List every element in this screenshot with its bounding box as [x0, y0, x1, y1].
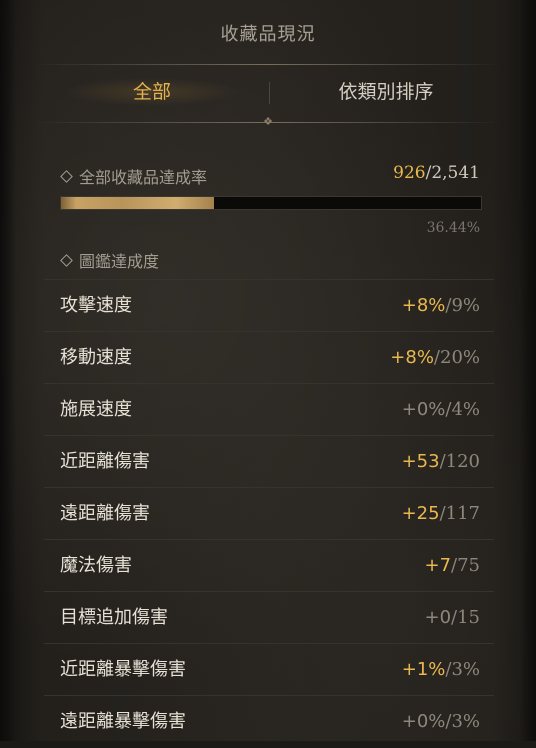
stat-value: +8%/20% [390, 332, 480, 384]
stat-row[interactable]: 遠距離暴擊傷害 +0%/3% [44, 695, 494, 748]
stat-row[interactable]: 遠距離傷害 +25/117 [44, 487, 494, 540]
stat-label: 目標追加傷害 [60, 607, 168, 628]
stat-value: +1%/3% [402, 644, 480, 696]
stat-max: /3% [445, 659, 480, 680]
stat-value: +53/120 [402, 436, 480, 488]
summary-progress-bar [60, 196, 482, 210]
stat-max: /15 [451, 607, 480, 628]
stat-label: 攻擊速度 [60, 295, 132, 316]
summary-percent: 36.44% [426, 220, 480, 236]
stat-value: +0/15 [424, 592, 480, 644]
stat-bonus: +0% [401, 711, 446, 732]
stat-max: /75 [451, 555, 480, 576]
divider-top [34, 64, 502, 65]
stat-bonus: +8% [390, 347, 434, 368]
stat-bonus: +0% [401, 399, 446, 420]
stat-max: /20% [433, 347, 480, 368]
stat-label: 移動速度 [60, 347, 132, 368]
stat-value: +8%/9% [402, 280, 480, 332]
stat-label: 遠距離傷害 [60, 503, 150, 524]
summary-label: 全部收藏品達成率 [60, 164, 208, 188]
stat-label: 施展速度 [60, 399, 132, 420]
summary-label-text: 全部收藏品達成率 [79, 168, 208, 187]
stat-value: +7/75 [424, 540, 480, 592]
tab-all[interactable]: 全部 [34, 70, 270, 114]
stat-row[interactable]: 魔法傷害 +7/75 [44, 539, 494, 592]
stat-value: +0%/4% [402, 384, 480, 436]
stat-bonus: +25 [401, 503, 440, 524]
stat-label: 遠距離暴擊傷害 [60, 711, 186, 732]
stat-label: 魔法傷害 [60, 555, 132, 576]
summary-current: 926 [393, 163, 426, 183]
stat-bonus: +0 [424, 607, 452, 628]
tab-sort-by-category[interactable]: 依類別排序 [270, 70, 502, 114]
stat-row[interactable]: 近距離傷害 +53/120 [44, 435, 494, 488]
stat-row[interactable]: 施展速度 +0%/4% [44, 383, 494, 436]
stat-max: /9% [445, 295, 480, 316]
stat-max: /120 [439, 451, 480, 472]
stat-max: /117 [439, 503, 480, 524]
ornament-icon: ❖ [263, 115, 273, 128]
stat-row[interactable]: 目標追加傷害 +0/15 [44, 591, 494, 644]
codex-label-text: 圖鑑達成度 [79, 252, 160, 271]
codex-label: 圖鑑達成度 [60, 248, 160, 272]
stat-label: 近距離傷害 [60, 451, 150, 472]
stat-bonus: +1% [401, 659, 446, 680]
stat-max: /3% [445, 711, 480, 732]
collection-panel: 收藏品現況 全部 依類別排序 ❖ 全部收藏品達成率 926/2,541 36.4… [0, 0, 536, 741]
diamond-icon [60, 254, 73, 267]
stat-bonus: +7 [424, 555, 452, 576]
stat-row[interactable]: 近距離暴擊傷害 +1%/3% [44, 643, 494, 696]
stat-bonus: +8% [401, 295, 446, 316]
summary-total: 2,541 [431, 163, 480, 183]
summary-count: 926/2,541 [393, 163, 480, 183]
stat-max: /4% [445, 399, 480, 420]
stat-row[interactable]: 攻擊速度 +8%/9% [44, 279, 494, 332]
stat-value: +0%/3% [402, 696, 480, 748]
stat-value: +25/117 [402, 488, 480, 540]
summary-progress-fill [61, 197, 215, 209]
diamond-icon [60, 170, 73, 183]
stat-row[interactable]: 移動速度 +8%/20% [44, 331, 494, 384]
panel-title: 收藏品現況 [220, 24, 316, 45]
stat-bonus: +53 [401, 451, 440, 472]
stat-label: 近距離暴擊傷害 [60, 659, 186, 680]
